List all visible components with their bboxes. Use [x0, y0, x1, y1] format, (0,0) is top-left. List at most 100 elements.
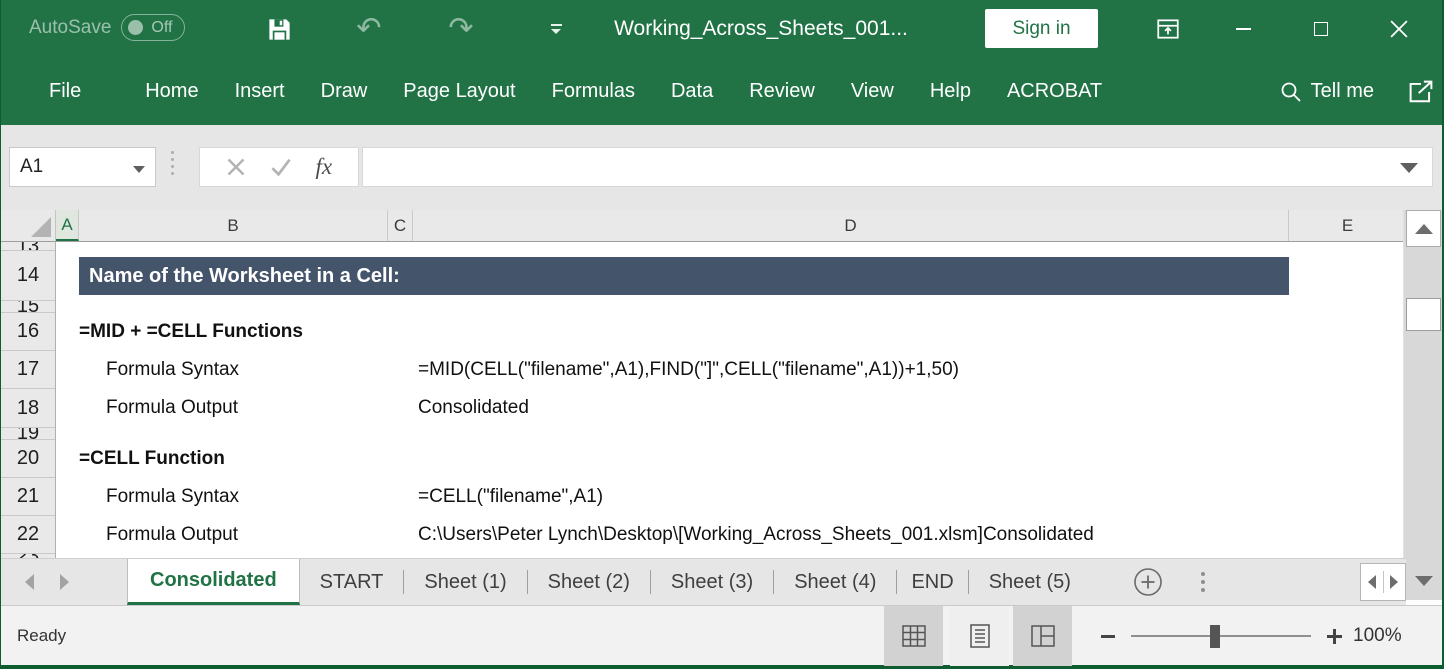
- formula-input[interactable]: [362, 147, 1433, 187]
- close-button[interactable]: [1379, 0, 1419, 58]
- redo-icon[interactable]: ↷: [441, 0, 481, 58]
- sheet-tab-sheet1[interactable]: Sheet (1): [404, 559, 526, 605]
- tab-file[interactable]: File: [31, 58, 99, 125]
- column-header-e[interactable]: E: [1289, 210, 1406, 241]
- scroll-down-button[interactable]: [1406, 566, 1441, 596]
- save-icon[interactable]: [259, 0, 299, 58]
- cell-d22-output[interactable]: C:\Users\Peter Lynch\Desktop\[Working_Ac…: [418, 516, 1094, 554]
- row-header-18[interactable]: 18: [1, 389, 55, 428]
- excel-window: AutoSave Off ↶ ↷ Working_Across_Sheets_0…: [0, 0, 1444, 669]
- plus-circle-icon: [1133, 567, 1163, 597]
- next-sheet-icon[interactable]: [60, 574, 69, 590]
- row-header-16[interactable]: 16: [1, 313, 55, 351]
- formula-bar-band: A1 fx: [1, 125, 1442, 210]
- tab-view[interactable]: View: [833, 58, 912, 125]
- autosave-label: AutoSave: [29, 17, 111, 39]
- tab-scroll-right-icon[interactable]: [1384, 564, 1406, 600]
- status-bar: Ready 100%: [1, 605, 1442, 669]
- minimize-button[interactable]: [1223, 0, 1263, 58]
- tab-draw[interactable]: Draw: [303, 58, 386, 125]
- enter-check-icon[interactable]: [270, 157, 292, 177]
- sheet-tab-sheet3[interactable]: Sheet (3): [651, 559, 773, 605]
- zoom-level[interactable]: 100%: [1353, 606, 1402, 666]
- column-header-b[interactable]: B: [79, 210, 388, 241]
- row-header-15[interactable]: 15: [1, 301, 55, 313]
- row-headers: 13 14 15 16 17 18 19 20 21 22 23: [1, 242, 56, 558]
- cell-b20-heading[interactable]: =CELL Function: [79, 440, 225, 478]
- sign-in-button[interactable]: Sign in: [985, 9, 1098, 48]
- share-icon[interactable]: [1406, 58, 1436, 125]
- previous-sheet-icon[interactable]: [25, 574, 34, 590]
- tell-me-search[interactable]: Tell me: [1279, 58, 1374, 125]
- page-break-preview-icon: [1029, 623, 1057, 649]
- sheet-content[interactable]: Name of the Worksheet in a Cell: =MID + …: [56, 242, 1406, 558]
- row-header-14[interactable]: 14: [1, 251, 55, 301]
- cell-b17-label[interactable]: Formula Syntax: [106, 351, 239, 389]
- column-header-d[interactable]: D: [413, 210, 1289, 241]
- tab-insert[interactable]: Insert: [217, 58, 303, 125]
- vertical-scrollbar[interactable]: [1403, 210, 1442, 600]
- cell-b16-heading[interactable]: =MID + =CELL Functions: [79, 313, 303, 351]
- cell-d18-output[interactable]: Consolidated: [418, 389, 529, 427]
- row-header-20[interactable]: 20: [1, 440, 55, 478]
- tab-formulas[interactable]: Formulas: [534, 58, 653, 125]
- cell-b21-label[interactable]: Formula Syntax: [106, 478, 239, 516]
- zoom-out-button[interactable]: [1093, 606, 1123, 666]
- normal-view-button[interactable]: [884, 606, 943, 666]
- sheet-tab-sheet5[interactable]: Sheet (5): [969, 559, 1091, 605]
- cell-d17-formula[interactable]: =MID(CELL("filename",A1),FIND("]",CELL("…: [418, 351, 959, 389]
- tab-review[interactable]: Review: [731, 58, 833, 125]
- tab-help[interactable]: Help: [912, 58, 989, 125]
- sheet-tab-sheet2[interactable]: Sheet (2): [528, 559, 650, 605]
- expand-formula-bar-icon[interactable]: [1400, 163, 1418, 173]
- name-box-dropdown-icon[interactable]: [133, 166, 145, 173]
- vertical-scrollbar-thumb[interactable]: [1406, 298, 1441, 331]
- select-all-triangle-icon: [31, 217, 51, 237]
- row-header-17[interactable]: 17: [1, 351, 55, 389]
- sheet-tab-sheet4[interactable]: Sheet (4): [774, 559, 896, 605]
- zoom-slider-track[interactable]: [1131, 635, 1311, 637]
- zoom-in-button[interactable]: [1319, 606, 1349, 666]
- insert-function-icon[interactable]: fx: [315, 154, 332, 180]
- sheet-tab-end[interactable]: END: [897, 559, 967, 605]
- row-header-19[interactable]: 19: [1, 428, 55, 440]
- autosave-switch[interactable]: Off: [121, 14, 185, 41]
- cell-b18-label[interactable]: Formula Output: [106, 389, 238, 427]
- sheet-tab-consolidated[interactable]: Consolidated: [127, 559, 300, 605]
- maximize-button[interactable]: [1301, 0, 1341, 58]
- row-header-13[interactable]: 13: [1, 242, 55, 251]
- new-sheet-button[interactable]: [1133, 559, 1163, 605]
- floppy-disk-icon: [266, 16, 293, 43]
- cell-b22-label[interactable]: Formula Output: [106, 516, 238, 554]
- tab-scroll-left-icon[interactable]: [1361, 564, 1383, 600]
- titlebar: AutoSave Off ↶ ↷ Working_Across_Sheets_0…: [1, 0, 1442, 58]
- name-box[interactable]: A1: [9, 147, 156, 187]
- formula-buttons: fx: [199, 147, 359, 187]
- column-header-a[interactable]: A: [56, 210, 79, 241]
- row-header-22[interactable]: 22: [1, 516, 55, 554]
- toggle-knob-icon: [128, 20, 143, 35]
- column-header-c[interactable]: C: [388, 210, 413, 241]
- autosave-toggle[interactable]: AutoSave Off: [29, 14, 185, 41]
- tab-data[interactable]: Data: [653, 58, 731, 125]
- tab-home[interactable]: Home: [127, 58, 216, 125]
- ribbon-display-options-icon[interactable]: [1148, 0, 1188, 58]
- select-all-button[interactable]: [1, 210, 56, 241]
- formula-bar-resize-handle[interactable]: [171, 151, 174, 175]
- tab-page-layout[interactable]: Page Layout: [385, 58, 533, 125]
- tell-me-label: Tell me: [1311, 80, 1374, 103]
- cell-d21-formula[interactable]: =CELL("filename",A1): [418, 478, 603, 516]
- document-title: Working_Across_Sheets_001...: [561, 0, 961, 58]
- zoom-slider-thumb[interactable]: [1210, 625, 1220, 648]
- row-header-21[interactable]: 21: [1, 478, 55, 516]
- undo-icon[interactable]: ↶: [349, 0, 389, 58]
- page-break-preview-button[interactable]: [1013, 606, 1072, 666]
- tab-acrobat[interactable]: ACROBAT: [989, 58, 1120, 125]
- page-layout-view-button[interactable]: [950, 606, 1009, 666]
- cancel-icon[interactable]: [226, 157, 246, 177]
- sheet-tab-start[interactable]: START: [300, 559, 404, 605]
- arrow-down-icon: [1415, 576, 1433, 586]
- worksheet-title-banner-cell[interactable]: Name of the Worksheet in a Cell:: [79, 257, 1289, 295]
- tab-bar-resize-handle[interactable]: [1201, 559, 1205, 605]
- scroll-up-button[interactable]: [1406, 210, 1441, 247]
